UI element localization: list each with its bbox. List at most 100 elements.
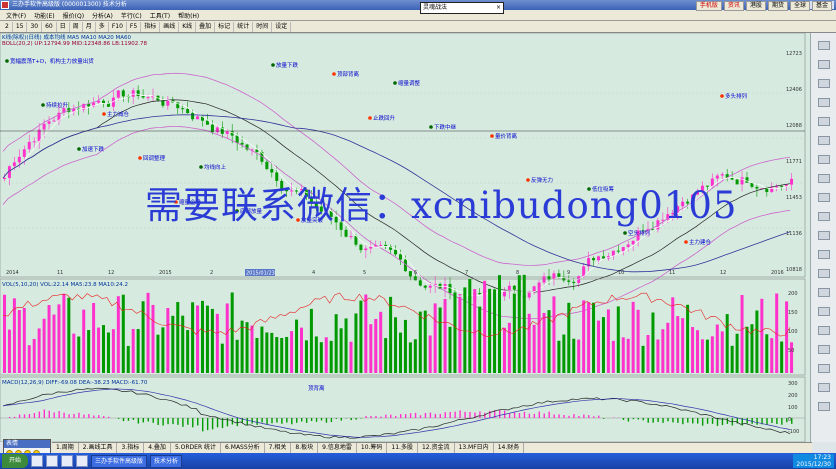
toolbar-button-9[interactable]: F5 [127,21,142,32]
signal-dot [138,156,142,160]
ie-icon[interactable] [31,455,43,467]
right-tab-1[interactable]: 资讯 [723,1,744,11]
side-tool-button[interactable] [818,117,830,126]
media-icon[interactable] [61,455,73,467]
toolbar-button-4[interactable]: 日 [57,21,70,32]
toolbar-button-7[interactable]: 多 [96,21,109,32]
toolbar-button-5[interactable]: 周 [70,21,83,32]
bottom-tab-4[interactable]: 5.ORDER 统计 [171,443,222,453]
side-tool-button[interactable] [818,98,830,107]
side-tool-button[interactable] [818,60,830,69]
bottom-tab-3[interactable]: 4.叠加 [144,443,171,453]
side-tool-button[interactable] [818,288,830,297]
toolbar-button-11[interactable]: 画线 [160,21,180,32]
menu-item-3[interactable]: 分析(A) [88,11,117,20]
bottom-tab-1[interactable]: 2.画线工具 [79,443,118,453]
start-button[interactable]: 开始 [2,454,28,468]
macd-histogram-bar [404,414,407,418]
bottom-tab-8[interactable]: 9.信息地雷 [318,443,357,453]
folder-icon[interactable] [46,455,58,467]
close-icon[interactable]: × [496,3,501,13]
candle-body [394,249,398,255]
candle-body [196,116,200,120]
side-tool-button[interactable] [818,136,830,145]
candle-body [597,256,600,261]
volume-bar [349,341,353,373]
word-icon[interactable] [76,455,88,467]
boll-header: BOLL(20,2) UP:12794.99 MID:12348.86 LB:1… [2,41,147,47]
macd-histogram-bar [286,418,288,423]
side-tool-button[interactable] [818,231,830,240]
toolbar-button-13[interactable]: 叠加 [196,21,216,32]
toolbar-button-0[interactable]: 2 [2,21,13,32]
side-tool-button[interactable] [818,307,830,316]
chart-annotation: 加速下跌 [82,145,105,153]
right-tab-4[interactable]: 全球 [789,1,810,11]
signal-dot [368,116,372,120]
macd-histogram-bar [335,418,338,419]
menu-item-4[interactable]: 芊行(C) [117,11,146,20]
bottom-tab-5[interactable]: 6.MASS分析 [221,443,265,453]
candle-body [186,108,190,114]
right-tab-2[interactable]: 港股 [745,1,766,11]
bottom-tab-6[interactable]: 7.相关 [265,443,292,453]
taskbar-item-app[interactable]: 三办手软件高级版 [91,454,148,468]
side-tool-button[interactable] [818,383,830,392]
side-tool-button[interactable] [818,402,830,411]
toolbar-button-14[interactable]: 标记 [215,21,235,32]
menu-item-1[interactable]: 功能(E) [30,11,58,20]
menu-item-6[interactable]: 帮助(H) [174,11,203,20]
price-tick-label: 11771 [786,159,802,165]
side-tool-button[interactable] [818,269,830,278]
toolbar-button-3[interactable]: 60 [42,21,57,32]
bottom-tab-7[interactable]: 8.板块 [291,443,319,453]
side-tool-button[interactable] [818,174,830,183]
right-tab-0[interactable]: 手机版 [695,1,722,11]
toolbar-button-2[interactable]: 30 [27,21,43,32]
volume-tick-label: 200 [788,291,798,297]
toolbar-button-15[interactable]: 统计 [234,21,254,32]
side-tool-button[interactable] [818,41,830,50]
right-tab-3[interactable]: 期货 [767,1,788,11]
volume-bar [691,327,695,373]
side-tool-button[interactable] [818,193,830,202]
side-tool-button[interactable] [818,326,830,335]
side-tool-button[interactable] [818,345,830,354]
chart-canvas[interactable]: K线(除权)(日线) 成本均线 MA5 MA10 MA20 MA60BOLL(2… [0,32,810,443]
signal-dot [393,81,397,85]
menu-item-2[interactable]: 报价(Q) [59,11,88,20]
toolbar-button-6[interactable]: 月 [83,21,96,32]
menu-item-5[interactable]: 工具(T) [146,11,174,20]
volume-bar [235,339,239,373]
signal-dot [102,112,106,116]
macd-histogram-bar [459,410,461,418]
right-tab-5[interactable]: 基金 [811,1,832,11]
toolbar-button-16[interactable]: 时间 [253,21,273,32]
side-tool-button[interactable] [818,364,830,373]
bottom-tab-2[interactable]: 3.指标 [117,443,145,453]
bottom-tab-0[interactable]: 1.周期 [52,443,79,453]
toolbar-button-8[interactable]: F10 [109,21,127,32]
side-tool-button[interactable] [818,79,830,88]
toolbar-button-1[interactable]: 15 [13,21,28,32]
macd-histogram-bar [226,418,229,427]
taskbar-item-analysis[interactable]: 技术分析 [150,454,183,468]
side-tool-button[interactable] [818,250,830,259]
bottom-tab-9[interactable]: 10.筹码 [357,443,388,453]
toolbar-button-17[interactable]: 设定 [272,21,292,32]
bottom-tab-10[interactable]: 11.多股 [387,443,418,453]
search-input[interactable]: 灵魂战法 × [420,2,504,14]
toolbar-button-12[interactable]: K线 [179,21,197,32]
menu-item-0[interactable]: 文件(F) [2,11,30,20]
toolbar-button-10[interactable]: 指标 [141,21,161,32]
side-tool-button[interactable] [818,155,830,164]
chart-panels[interactable]: K线(除权)(日线) 成本均线 MA5 MA10 MA20 MA60 BOLL(2… [0,32,810,443]
macd-histogram-bar [256,418,258,425]
macd-histogram-bar [380,416,382,418]
candle-body [532,286,536,292]
bottom-tab-12[interactable]: 13.MF日内 [455,443,494,453]
date-tick-label: 7 [465,270,468,276]
bottom-tab-13[interactable]: 14.财务 [494,443,525,453]
side-tool-button[interactable] [818,212,830,221]
bottom-tab-11[interactable]: 12.资金流 [418,443,455,453]
